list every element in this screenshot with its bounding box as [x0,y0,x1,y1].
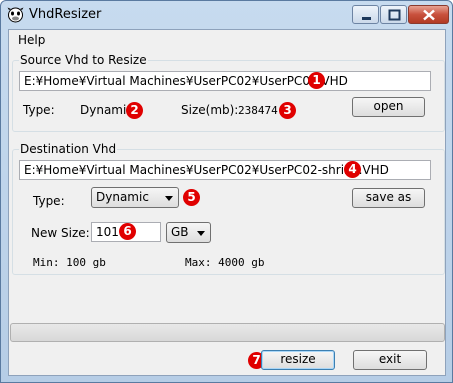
save-as-button[interactable]: save as [352,188,425,208]
source-path-field[interactable]: E:¥Home¥Virtual Machines¥UserPC02¥UserPC… [19,71,431,91]
max-size-text: Max: 4000 gb [185,256,265,269]
destination-path-text: E:¥Home¥Virtual Machines¥UserPC02¥UserPC… [24,163,389,177]
source-type-label: Type: [23,103,55,117]
marker-6: 6 [119,223,136,240]
resize-button[interactable]: resize [261,350,335,370]
minimize-icon [362,17,371,20]
close-icon [423,9,435,21]
destination-type-select[interactable]: Dynamic [91,187,179,208]
chevron-down-icon [197,231,205,236]
new-size-label: New Size: [31,226,90,240]
open-button[interactable]: open [352,97,425,117]
maximize-button[interactable] [380,5,407,24]
destination-type-selected: Dynamic [96,190,149,204]
marker-2: 2 [126,102,143,119]
exit-button[interactable]: exit [353,350,427,370]
marker-5: 5 [183,189,200,206]
source-group-label: Source Vhd to Resize [19,53,148,67]
marker-3: 3 [279,102,296,119]
destination-group-label: Destination Vhd [19,142,118,156]
chevron-down-icon [165,196,173,201]
menu-bar: Help [9,30,445,50]
source-type-value: Dynamic [80,103,133,117]
source-path-text: E:¥Home¥Virtual Machines¥UserPC02¥UserPC… [24,74,348,88]
close-button[interactable] [408,5,449,24]
destination-type-label: Type: [33,194,65,208]
source-group: Source Vhd to Resize E:¥Home¥Virtual Mac… [12,53,445,132]
min-size-text: Min: 100 gb [33,256,106,269]
source-size-label: Size(mb): [181,103,239,117]
marker-4: 4 [344,161,361,178]
source-size-value: 238474 [238,104,278,117]
minimize-button[interactable] [352,5,379,24]
app-window: VhdResizer Help Source Vhd to Resize E:¥… [0,0,453,383]
size-unit-select[interactable]: GB [166,222,211,243]
title-bar[interactable]: VhdResizer [1,1,452,29]
destination-group: Destination Vhd E:¥Home¥Virtual Machines… [12,142,445,275]
new-size-value: 101 [96,225,119,239]
window-title: VhdResizer [29,7,102,22]
destination-path-field[interactable]: E:¥Home¥Virtual Machines¥UserPC02¥UserPC… [19,160,431,180]
client-area: Help Source Vhd to Resize E:¥Home¥Virtua… [8,29,446,376]
size-unit-selected: GB [171,225,189,239]
marker-1: 1 [308,72,325,89]
maximize-icon [388,9,401,21]
cow-face-icon [7,6,24,23]
menu-help[interactable]: Help [18,33,45,47]
progress-bar [10,323,445,342]
